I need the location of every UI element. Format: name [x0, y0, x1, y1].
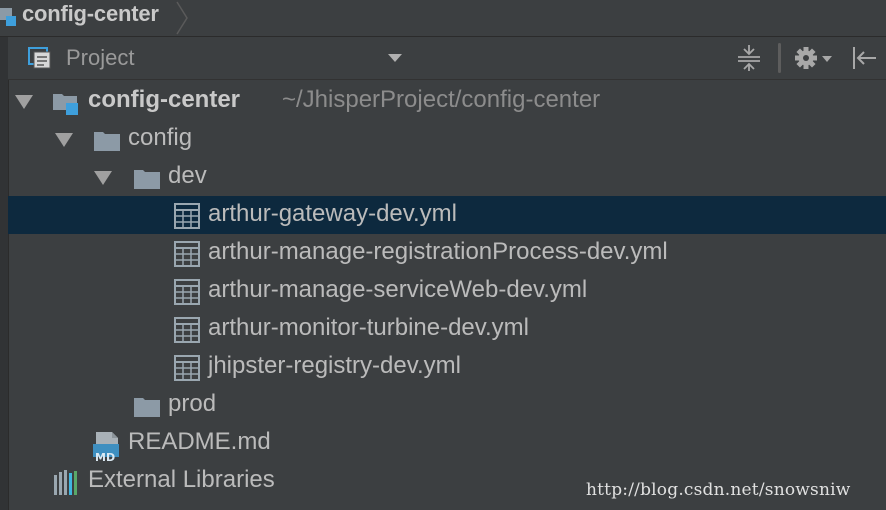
tree-node-prod[interactable]: prod — [8, 386, 886, 424]
libraries-icon — [54, 470, 77, 495]
tree-node-file[interactable]: arthur-gateway-dev.yml — [8, 196, 886, 234]
tree-node-file[interactable]: arthur-manage-serviceWeb-dev.yml — [8, 272, 886, 310]
tree-label-file: arthur-gateway-dev.yml — [208, 200, 457, 227]
tree-label-dev: dev — [168, 162, 207, 189]
tree-label-external-libraries: External Libraries — [88, 466, 275, 493]
yaml-file-icon — [174, 279, 200, 305]
project-icon[interactable] — [28, 47, 54, 69]
tree-label-readme: README.md — [128, 428, 271, 455]
tree-node-file[interactable]: jhipster-registry-dev.yml — [8, 348, 886, 386]
dropdown-arrow-icon[interactable] — [388, 53, 402, 63]
toolbar-separator — [778, 43, 781, 73]
tree-label-config: config — [128, 124, 193, 151]
folder-icon — [94, 132, 120, 151]
module-icon — [53, 94, 78, 115]
breadcrumb: config-center — [0, 0, 886, 37]
tree-node-dev[interactable]: dev — [8, 158, 886, 196]
project-tree: config-center ~/JhisperProject/config-ce… — [8, 80, 886, 510]
folder-icon — [134, 398, 160, 417]
tree-label-file: arthur-monitor-turbine-dev.yml — [208, 314, 529, 341]
tree-node-file[interactable]: arthur-manage-registrationProcess-dev.ym… — [8, 234, 886, 272]
yaml-file-icon — [174, 317, 200, 343]
tree-node-file[interactable]: arthur-monitor-turbine-dev.yml — [8, 310, 886, 348]
tree-node-readme[interactable]: MD README.md — [8, 424, 886, 464]
tree-label-file: arthur-manage-serviceWeb-dev.yml — [208, 276, 588, 303]
tree-label-prod: prod — [168, 390, 217, 417]
expand-arrow-icon[interactable] — [94, 171, 112, 185]
tree-label-root: config-center — [88, 86, 241, 113]
folder-icon — [134, 170, 160, 189]
tree-node-root[interactable]: config-center ~/JhisperProject/config-ce… — [8, 82, 886, 120]
expand-arrow-icon[interactable] — [15, 95, 33, 109]
tree-node-config[interactable]: config — [8, 120, 886, 158]
tree-label-file: jhipster-registry-dev.yml — [208, 352, 461, 379]
yaml-file-icon — [174, 241, 200, 267]
breadcrumb-chevron-icon — [176, 1, 188, 35]
yaml-file-icon — [174, 203, 200, 229]
tree-root-path: ~/JhisperProject/config-center — [282, 86, 601, 113]
watermark: http://blog.csdn.net/snowsniw — [586, 480, 851, 500]
project-panel-header: Project — [8, 37, 886, 80]
hide-panel-icon[interactable] — [850, 45, 878, 71]
breadcrumb-item-config-center[interactable]: config-center — [22, 1, 159, 27]
gear-icon[interactable] — [794, 45, 834, 71]
module-icon — [0, 8, 16, 26]
tree-label-file: arthur-manage-registrationProcess-dev.ym… — [208, 238, 668, 265]
expand-arrow-icon[interactable] — [55, 133, 73, 147]
panel-title[interactable]: Project — [66, 45, 134, 71]
yaml-file-icon — [174, 355, 200, 381]
collapse-all-icon[interactable] — [736, 44, 762, 72]
